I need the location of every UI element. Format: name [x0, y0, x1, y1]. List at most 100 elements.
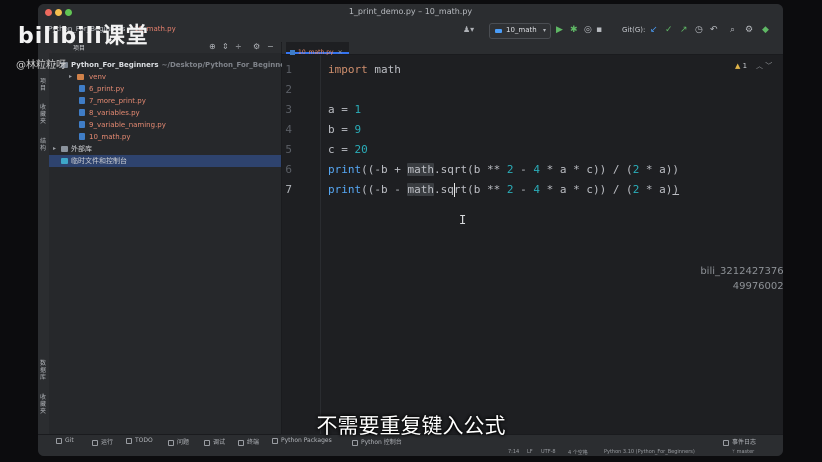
git-push-icon[interactable]: ↗ — [680, 25, 688, 35]
line-number: 6 — [285, 163, 292, 176]
git-update-icon[interactable]: ↙ — [650, 25, 658, 35]
tree-row-file[interactable]: 9_variable_naming.py — [49, 119, 281, 131]
hide-panel-icon[interactable]: − — [267, 42, 274, 51]
code-line-7: print((-b - math.sqrt(b ** 2 - 4 * a * c… — [328, 183, 680, 196]
git-label: Git(G): — [622, 26, 646, 34]
console-icon — [352, 439, 358, 446]
video-subtitle: 不需要重复键入公式 — [316, 414, 506, 438]
tree-row-file[interactable]: 7_more_print.py — [49, 95, 281, 107]
python-file-icon — [79, 97, 85, 104]
title-bar: 1_print_demo.py – 10_math.py — [38, 4, 783, 20]
code-line-4: b = 9 — [328, 123, 362, 136]
run-configuration-select[interactable]: 10_math ▾ — [489, 23, 551, 39]
run-icon — [92, 439, 98, 446]
tree-label-file: 6_print.py — [89, 85, 125, 93]
history-icon[interactable]: ◷ — [695, 25, 703, 35]
strip-structure[interactable]: 结构 — [40, 138, 48, 152]
text-caret — [454, 183, 455, 197]
folder-icon — [77, 74, 84, 80]
status-indent[interactable]: 4 个空格 — [568, 449, 588, 456]
tree-row-project-root[interactable]: ▾ Python_For_Beginners ~/Desktop/Python_F… — [49, 59, 293, 71]
uploader-handle: @林粒粒呀 — [16, 60, 66, 71]
git-commit-icon[interactable]: ✓ — [665, 25, 673, 35]
line-number: 7 — [285, 183, 292, 196]
chevron-down-icon: ▾ — [542, 27, 546, 34]
code-line-3: a = 1 — [328, 103, 362, 116]
line-number: 3 — [285, 103, 292, 116]
bilibili-logo: bilibili课堂 — [18, 24, 149, 49]
locate-icon[interactable]: ⊕ — [209, 42, 216, 51]
scratches-icon — [61, 158, 68, 164]
tree-row-scratches[interactable]: 临时文件和控制台 — [49, 155, 281, 167]
status-bar: 7:14 LF UTF-8 4 个空格 Python 3.10 (Python_… — [38, 448, 783, 456]
run-icon[interactable]: ▶ — [556, 25, 563, 35]
tree-row-file[interactable]: 10_math.py — [49, 131, 281, 143]
tree-label-file: 8_variables.py — [89, 109, 140, 117]
inspection-nav[interactable]: ︿ ﹀ — [756, 61, 772, 71]
strip-project[interactable]: 项目 — [40, 78, 48, 92]
gear-icon[interactable]: ⚙ — [253, 42, 260, 51]
tree-label-file: 7_more_print.py — [89, 97, 146, 105]
settings-icon[interactable]: ⚙ — [745, 25, 753, 35]
rollback-icon[interactable]: ↶ — [710, 25, 718, 35]
code-line-5: c = 20 — [328, 143, 368, 156]
debug-icon — [204, 439, 210, 446]
coverage-icon[interactable]: ◎ — [584, 25, 592, 35]
python-file-icon — [79, 85, 85, 92]
line-number-gutter: 1 2 3 4 5 6 7 — [282, 55, 321, 438]
mouse-ibeam-cursor-icon: I — [459, 213, 467, 227]
status-encoding[interactable]: UTF-8 — [541, 449, 556, 455]
tree-label-venv: venv — [89, 73, 107, 81]
inspection-widget[interactable]: ▲ 1 — [735, 62, 747, 70]
terminal-icon — [238, 439, 244, 446]
stop-icon[interactable]: ▪ — [596, 25, 602, 35]
tree-label-file: 10_math.py — [89, 133, 131, 141]
chevron-right-icon[interactable]: ▸ — [69, 71, 72, 83]
run-configuration-label: 10_math — [506, 26, 537, 34]
status-position[interactable]: 7:14 — [508, 449, 519, 455]
editor-tab-bar: 10_math.py × — [282, 42, 783, 56]
code-editor[interactable]: 1 2 3 4 5 6 7 import math a = 1 b = 9 c … — [282, 55, 783, 438]
strip-database[interactable]: 数据库 — [40, 360, 48, 381]
tab-10-math[interactable]: 10_math.py × — [286, 42, 349, 56]
strip-favorites[interactable]: 收藏夹 — [40, 104, 48, 125]
status-git-branch[interactable]: ᛘ master — [732, 449, 754, 455]
window-title: 1_print_demo.py – 10_math.py — [348, 7, 473, 16]
chevron-up-icon[interactable]: ︿ — [756, 62, 763, 70]
tree-label-external-libraries: 外部库 — [71, 145, 92, 153]
tree-row-external-libraries[interactable]: ▸ 外部库 — [49, 143, 281, 155]
code-line-6: print((-b + math.sqrt(b ** 2 - 4 * a * c… — [328, 163, 680, 176]
debug-icon[interactable]: ✱ — [570, 25, 578, 35]
user-icon[interactable]: ♟▾ — [463, 25, 474, 34]
expand-all-icon[interactable]: ÷ — [235, 42, 242, 51]
status-interpreter[interactable]: Python 3.10 (Python_For_Beginners) — [604, 449, 695, 455]
collapse-all-icon[interactable]: ⇕ — [222, 42, 229, 51]
tree-project-path: ~/Desktop/Python_For_Beginners — [161, 61, 293, 69]
watermark-line: 499760028 — [732, 281, 783, 292]
python-file-icon — [79, 133, 85, 140]
line-number: 4 — [285, 123, 292, 136]
tree-label-file: 9_variable_naming.py — [89, 121, 166, 129]
tree-label-project-root: Python_For_Beginners — [71, 61, 159, 69]
line-number: 5 — [285, 143, 292, 156]
watermark-line: bili_32124273760 — [700, 266, 783, 277]
warning-icon: ▲ — [735, 62, 741, 70]
status-line-separator[interactable]: LF — [527, 449, 533, 455]
library-icon — [61, 146, 68, 152]
chevron-right-icon[interactable]: ▸ — [53, 143, 56, 155]
tree-row-file[interactable]: 6_print.py — [49, 83, 281, 95]
tree-label-scratches: 临时文件和控制台 — [71, 157, 127, 165]
search-icon[interactable]: ⌕ — [730, 25, 735, 35]
tree-row-venv[interactable]: ▸ venv — [49, 71, 281, 83]
main-toolbar: Python_For_Beginners › 10_math.py ♟▾ 10_ma… — [38, 20, 783, 43]
warning-count: 1 — [742, 62, 748, 70]
ide-window: 1_print_demo.py – 10_math.py Python_For_… — [38, 4, 783, 456]
problems-icon — [168, 439, 174, 446]
event-log-icon — [723, 439, 729, 446]
jetbrains-logo-icon[interactable]: ◆ — [762, 25, 769, 35]
chevron-down-icon[interactable]: ﹀ — [765, 62, 772, 70]
project-tree: ▾ Python_For_Beginners ~/Desktop/Python_F… — [49, 53, 293, 438]
tree-row-file[interactable]: 8_variables.py — [49, 107, 281, 119]
line-number: 1 — [285, 63, 292, 76]
line-number: 2 — [285, 83, 292, 96]
